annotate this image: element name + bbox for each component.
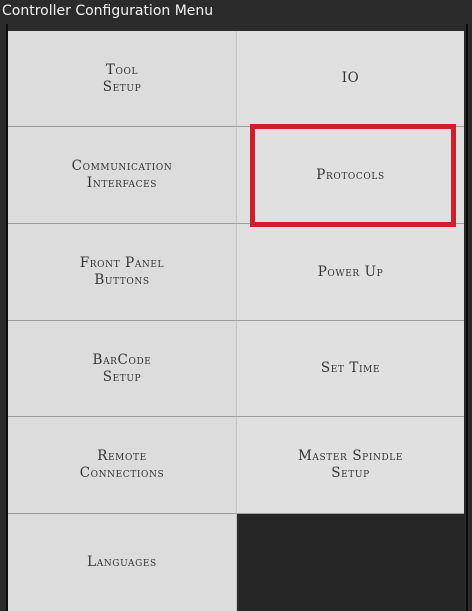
barcode-setup-button[interactable]: BarCode Setup [8, 321, 237, 417]
empty-grid-cell [239, 514, 464, 611]
tool-setup-button[interactable]: Tool Setup [8, 31, 237, 127]
power-up-button[interactable]: Power Up [237, 224, 464, 321]
front-panel-buttons-button[interactable]: Front Panel Buttons [8, 224, 237, 321]
protocols-button[interactable]: Protocols [237, 127, 464, 224]
protocols-label: Protocols [316, 166, 385, 183]
master-spindle-setup-label: Master Spindle Setup [297, 448, 404, 481]
tool-setup-label: Tool Setup [102, 61, 142, 95]
power-up-label: Power Up [317, 263, 384, 280]
languages-button[interactable]: Languages [8, 514, 237, 611]
languages-label: Languages [87, 554, 157, 570]
communication-interfaces-button[interactable]: Communication Interfaces [8, 127, 237, 224]
master-spindle-setup-button[interactable]: Master Spindle Setup [237, 417, 464, 514]
window-title: Controller Configuration Menu [2, 3, 214, 19]
remote-connections-label: Remote Connections [79, 448, 165, 481]
remote-connections-button[interactable]: Remote Connections [8, 417, 237, 514]
barcode-setup-label: BarCode Setup [92, 351, 152, 385]
communication-interfaces-label: Communication Interfaces [71, 158, 173, 191]
front-panel-buttons-label: Front Panel Buttons [79, 255, 165, 288]
io-button[interactable]: IO [237, 31, 464, 127]
set-time-button[interactable]: Set Time [237, 321, 464, 417]
set-time-label: Set Time [320, 360, 381, 376]
io-label: IO [341, 70, 360, 86]
